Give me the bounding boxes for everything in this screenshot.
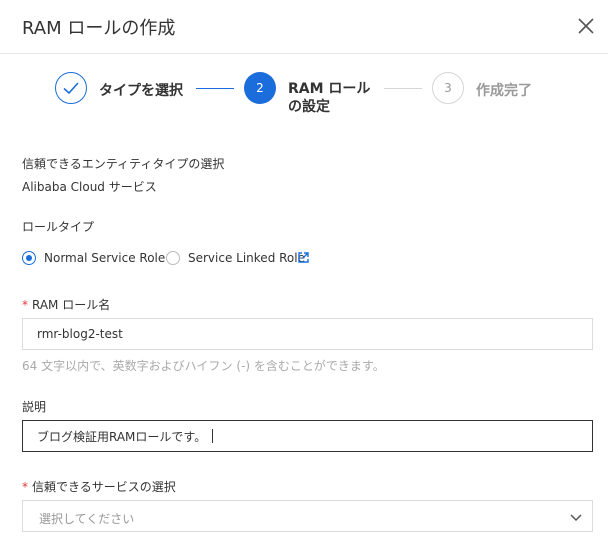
step-3-label: 作成完了 bbox=[476, 83, 532, 99]
radio-service-linked-role-label[interactable]: Service Linked Role bbox=[188, 251, 305, 265]
radio-normal-service-role[interactable] bbox=[22, 251, 36, 265]
step-2-indicator: 2 bbox=[244, 72, 276, 104]
chevron-down-icon bbox=[570, 514, 582, 522]
trusted-service-label-text: 信頼できるサービスの選択 bbox=[32, 480, 176, 494]
step-connector-1 bbox=[196, 88, 234, 89]
trusted-service-placeholder: 選択してください bbox=[39, 512, 135, 526]
role-name-label: * RAM ロール名 bbox=[22, 296, 110, 313]
description-label: 説明 bbox=[22, 400, 47, 414]
step-2-label-line1: RAM ロール bbox=[288, 81, 371, 97]
step-2-label: RAM ロール の設定 bbox=[288, 80, 378, 116]
dialog-title: RAM ロールの作成 bbox=[22, 18, 176, 39]
trusted-service-select[interactable]: 選択してください bbox=[22, 500, 593, 532]
step-2-label-line2: の設定 bbox=[288, 99, 330, 115]
trusted-service-label: * 信頼できるサービスの選択 bbox=[22, 478, 176, 495]
text-caret bbox=[212, 429, 214, 443]
dialog-header: RAM ロールの作成 bbox=[0, 0, 608, 54]
required-mark: * bbox=[22, 480, 28, 494]
step-1-indicator bbox=[55, 72, 87, 104]
role-name-value: rmr-blog2-test bbox=[37, 327, 123, 341]
radio-normal-service-role-label[interactable]: Normal Service Role bbox=[44, 251, 165, 265]
radio-service-linked-role[interactable] bbox=[166, 251, 180, 265]
role-type-label: ロールタイプ bbox=[22, 220, 95, 234]
entity-type-label: 信頼できるエンティティタイプの選択 bbox=[22, 157, 225, 171]
external-link-icon[interactable] bbox=[297, 251, 310, 264]
required-mark: * bbox=[22, 298, 28, 312]
stepper: タイプを選択 2 RAM ロール の設定 3 作成完了 bbox=[0, 68, 608, 118]
role-name-label-text: RAM ロール名 bbox=[32, 298, 111, 312]
entity-type-value: Alibaba Cloud サービス bbox=[22, 180, 157, 194]
description-value: ブログ検証用RAMロールです。 bbox=[37, 429, 207, 444]
description-input[interactable]: ブログ検証用RAMロールです。 bbox=[22, 420, 593, 452]
step-1-label: タイプを選択 bbox=[99, 83, 183, 99]
step-connector-2 bbox=[384, 88, 422, 89]
check-icon bbox=[62, 81, 79, 94]
close-icon[interactable] bbox=[574, 14, 598, 38]
role-name-hint: 64 文字以内で、英数字およびハイフン (-) を含むことができます。 bbox=[22, 359, 385, 373]
role-name-input[interactable]: rmr-blog2-test bbox=[22, 318, 593, 350]
step-3-indicator: 3 bbox=[432, 72, 464, 104]
